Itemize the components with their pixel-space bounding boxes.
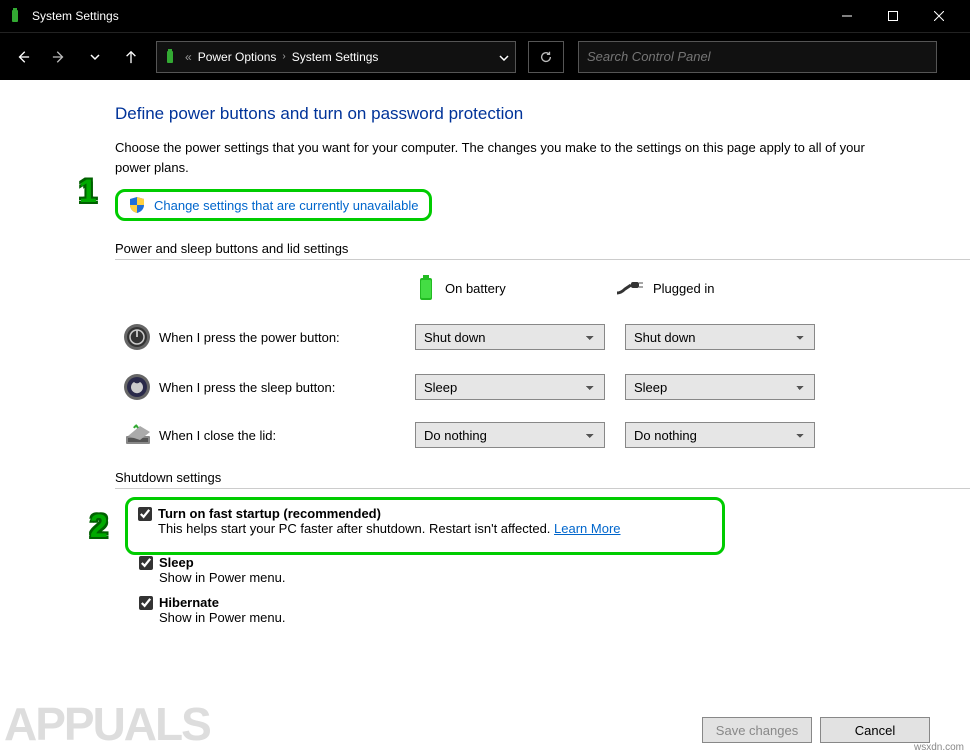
site-watermark: wsxdn.com <box>914 742 964 753</box>
window-title: System Settings <box>32 9 824 23</box>
search-box[interactable] <box>578 41 937 73</box>
sleep-button-battery-select[interactable]: Sleep <box>415 374 605 400</box>
page-title: Define power buttons and turn on passwor… <box>115 104 920 124</box>
hibernate-item: Hibernate Show in Power menu. <box>139 595 920 625</box>
sleep-item: Sleep Show in Power menu. <box>139 555 920 585</box>
up-button[interactable] <box>116 42 146 72</box>
sleep-button-icon <box>122 372 152 402</box>
column-headers: On battery Plugged in <box>115 274 920 302</box>
plug-icon <box>615 279 645 297</box>
back-button[interactable] <box>8 42 38 72</box>
fast-startup-highlight: 2 Turn on fast startup (recommended) Thi… <box>125 497 725 555</box>
power-options-path-icon <box>163 49 179 65</box>
change-settings-link[interactable]: Change settings that are currently unava… <box>154 198 419 213</box>
sleep-button-plugged-select[interactable]: Sleep <box>625 374 815 400</box>
close-lid-battery-select[interactable]: Do nothing <box>415 422 605 448</box>
power-button-label: When I press the power button: <box>159 330 415 345</box>
sleep-button-row: When I press the sleep button: Sleep Sle… <box>115 372 920 402</box>
close-lid-icon <box>120 422 154 448</box>
fast-startup-item: Turn on fast startup (recommended) This … <box>138 506 712 536</box>
breadcrumb-prefix-icon: « <box>185 50 192 64</box>
learn-more-link[interactable]: Learn More <box>554 521 620 536</box>
fast-startup-desc: This helps start your PC faster after sh… <box>158 521 554 536</box>
refresh-button[interactable] <box>528 41 564 73</box>
fast-startup-checkbox[interactable] <box>138 507 152 521</box>
uac-shield-icon <box>128 196 146 214</box>
plugged-in-column-label: Plugged in <box>653 281 714 296</box>
maximize-button[interactable] <box>870 0 916 32</box>
annotation-number-1: 1 <box>79 173 97 210</box>
power-button-battery-select[interactable]: Shut down <box>415 324 605 350</box>
cancel-button[interactable]: Cancel <box>820 717 930 743</box>
search-input[interactable] <box>587 49 928 64</box>
fast-startup-title: Turn on fast startup (recommended) <box>158 506 381 521</box>
shutdown-settings-group-header: Shutdown settings <box>115 470 920 485</box>
power-button-plugged-select[interactable]: Shut down <box>625 324 815 350</box>
breadcrumb-power-options[interactable]: Power Options <box>198 50 277 64</box>
minimize-button[interactable] <box>824 0 870 32</box>
battery-icon <box>415 274 437 302</box>
titlebar: System Settings <box>0 0 970 32</box>
chevron-right-icon: › <box>282 51 285 62</box>
close-lid-row: When I close the lid: Do nothing Do noth… <box>115 422 920 448</box>
breadcrumb-system-settings[interactable]: System Settings <box>292 50 379 64</box>
brand-watermark: APPUALS <box>4 697 210 751</box>
close-lid-label: When I close the lid: <box>159 428 415 443</box>
on-battery-column-label: On battery <box>445 281 506 296</box>
address-dropdown-button[interactable] <box>499 49 509 64</box>
hibernate-desc: Show in Power menu. <box>159 610 920 625</box>
history-dropdown-button[interactable] <box>80 42 110 72</box>
power-button-row: When I press the power button: Shut down… <box>115 322 920 352</box>
hibernate-checkbox[interactable] <box>139 596 153 610</box>
change-settings-link-highlight: Change settings that are currently unava… <box>115 189 432 221</box>
address-bar[interactable]: « Power Options › System Settings <box>156 41 516 73</box>
annotation-number-2: 2 <box>90 508 108 545</box>
power-buttons-group-header: Power and sleep buttons and lid settings <box>115 241 920 256</box>
close-lid-plugged-select[interactable]: Do nothing <box>625 422 815 448</box>
sleep-checkbox[interactable] <box>139 556 153 570</box>
hibernate-title: Hibernate <box>159 595 219 610</box>
power-button-icon <box>122 322 152 352</box>
forward-button[interactable] <box>44 42 74 72</box>
navbar: « Power Options › System Settings <box>0 32 970 80</box>
sleep-desc: Show in Power menu. <box>159 570 920 585</box>
close-button[interactable] <box>916 0 962 32</box>
power-options-app-icon <box>8 8 24 24</box>
sleep-button-label: When I press the sleep button: <box>159 380 415 395</box>
sleep-title: Sleep <box>159 555 194 570</box>
save-changes-button[interactable]: Save changes <box>702 717 812 743</box>
page-subtitle: Choose the power settings that you want … <box>115 138 895 177</box>
